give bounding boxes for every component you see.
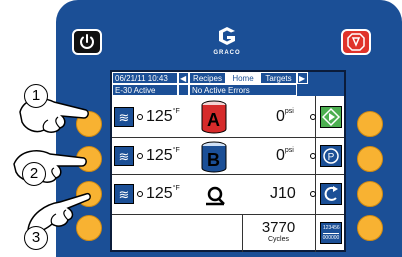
nav-right-arrow-icon[interactable]: ▶	[297, 72, 308, 84]
park-icon: P	[323, 148, 339, 164]
temperature-b-value: 125	[146, 147, 173, 164]
heater-hose-indicator	[137, 191, 143, 197]
temperature-a-unit: °F	[172, 108, 180, 115]
component-b-row: ≋ 125°F B 0psi P	[112, 138, 344, 175]
pump-indicator	[310, 114, 316, 120]
logo-brand-text: GRACO	[213, 50, 241, 56]
callout-number-3: 3	[24, 226, 48, 250]
power-icon	[80, 34, 94, 49]
pointing-hand-icon	[13, 150, 87, 183]
pressure-a: 0psi	[276, 108, 294, 126]
softkey-right-4[interactable]	[357, 215, 383, 241]
navigation-bar: 06/21/11 10:43 ◀ Recipes Home Targets ▶	[112, 72, 344, 84]
nav-left-arrow-icon[interactable]: ◀	[178, 72, 189, 84]
power-button[interactable]	[72, 29, 102, 55]
component-a-row: ≋ 125°F A 0psi	[112, 96, 344, 138]
heater-a-button[interactable]: ≋	[114, 107, 134, 127]
status-line: E-30 Active No Active Errors	[112, 84, 344, 96]
cycles-value: 3770	[261, 219, 296, 236]
softkey-right-1[interactable]	[357, 111, 383, 137]
stop-button[interactable]	[341, 29, 371, 55]
display-screen: 06/21/11 10:43 ◀ Recipes Home Targets ▶ …	[110, 70, 346, 252]
pressure-b: 0psi	[276, 147, 294, 165]
component-a-label: A	[207, 110, 220, 130]
datetime: 06/21/11 10:43	[112, 72, 178, 84]
callout-number-1: 1	[24, 84, 48, 108]
svg-text:P: P	[328, 152, 335, 163]
pressure-a-unit: psi	[284, 108, 294, 115]
recirculation-button[interactable]	[320, 183, 342, 205]
graco-logo: GRACO	[212, 26, 242, 56]
recipe-status: E-30 Active	[112, 84, 178, 96]
temperature-hose-unit: °F	[172, 185, 180, 192]
pressure-b-value: 0	[276, 147, 285, 164]
graco-g-icon	[219, 27, 235, 45]
heater-hose-button[interactable]: ≋	[114, 184, 134, 204]
heater-a-indicator	[137, 114, 143, 120]
tab-recipes[interactable]: Recipes	[189, 72, 226, 84]
callout-number-2: 2	[22, 162, 46, 186]
component-b-drum-icon: B	[200, 141, 228, 173]
cycles-counter: 3770 Cycles	[242, 219, 315, 243]
heater-icon: ≋	[118, 110, 130, 125]
hose-value: J10	[270, 185, 296, 202]
temperature-b: 125°F	[146, 147, 180, 165]
park-button[interactable]: P	[320, 145, 342, 167]
hose-icon	[204, 184, 226, 206]
softkey-right-2[interactable]	[357, 146, 383, 172]
component-a-drum-icon: A	[200, 100, 228, 134]
hose-row: ≋ 125°F J10	[112, 175, 344, 215]
park-indicator	[310, 153, 316, 159]
heater-b-indicator	[137, 153, 143, 159]
softkey-right-3[interactable]	[357, 181, 383, 207]
component-b-label: B	[207, 150, 220, 170]
temperature-hose-value: 125	[146, 185, 173, 202]
start-icon	[321, 107, 341, 127]
error-status: No Active Errors	[189, 84, 297, 96]
heater-icon: ≋	[118, 187, 130, 202]
callout-hand-2: 2	[8, 140, 88, 192]
temperature-hose: 125°F	[146, 185, 180, 203]
graco-logo-mark	[212, 26, 242, 50]
heater-b-button[interactable]: ≋	[114, 146, 134, 166]
start-button[interactable]	[320, 106, 342, 128]
heater-icon: ≋	[118, 149, 130, 164]
temperature-a-value: 125	[146, 108, 173, 125]
cycles-row: 3770 Cycles 123456 000000	[112, 215, 344, 252]
reset-counter-button[interactable]: 123456 000000	[320, 222, 342, 244]
stop-icon	[347, 33, 365, 51]
tab-home[interactable]: Home	[226, 72, 260, 84]
callout-hand-1: 1	[14, 82, 90, 138]
temperature-a: 125°F	[146, 108, 180, 126]
reset-counter-zero: 000000	[322, 235, 340, 241]
pressure-b-unit: psi	[284, 147, 294, 154]
reset-counter-icon: 123456	[323, 224, 340, 234]
callout-hand-3: 3	[20, 190, 92, 252]
recirculation-indicator	[310, 191, 316, 197]
temperature-b-unit: °F	[172, 147, 180, 154]
recirculation-icon	[324, 186, 338, 201]
status-separator	[178, 84, 189, 96]
pressure-a-value: 0	[276, 108, 285, 125]
cycles-label: Cycles	[267, 236, 289, 243]
tab-targets[interactable]: Targets	[260, 72, 297, 84]
